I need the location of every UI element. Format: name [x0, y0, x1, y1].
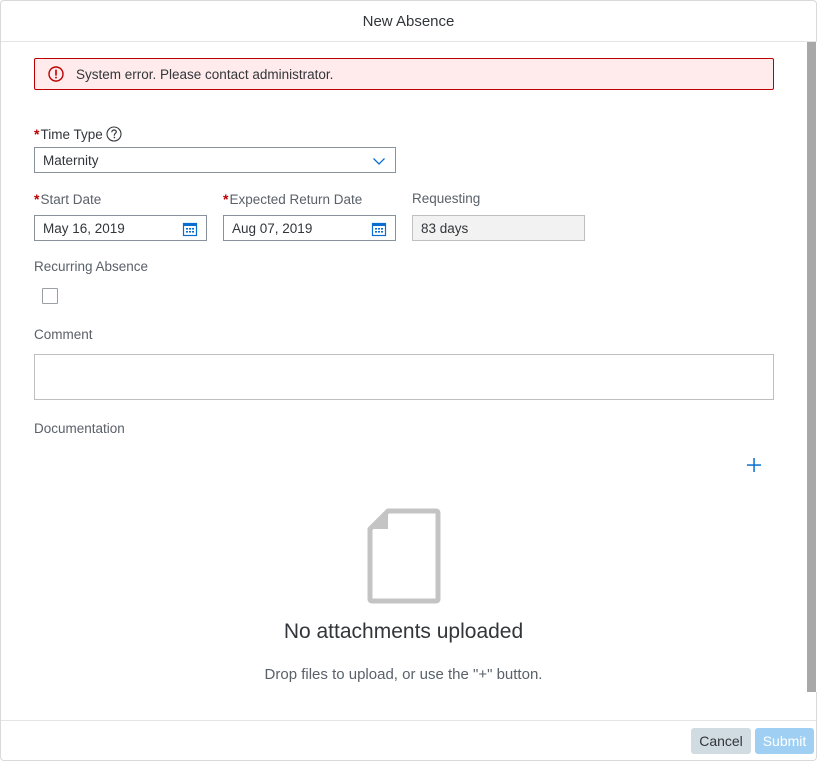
- start-date-label: * Start Date: [34, 191, 101, 207]
- time-type-label: * Time Type: [34, 126, 122, 142]
- requesting-value: 83 days: [421, 220, 469, 236]
- return-date-value: Aug 07, 2019: [232, 220, 313, 236]
- required-marker: *: [223, 191, 229, 207]
- dialog-header: New Absence: [1, 1, 816, 42]
- documentation-label-text: Documentation: [34, 421, 125, 436]
- recurring-absence-label: Recurring Absence: [34, 259, 148, 274]
- requesting-label: Requesting: [412, 191, 480, 206]
- document-icon: [366, 507, 442, 605]
- time-type-label-text: Time Type: [40, 126, 103, 142]
- plus-icon: [746, 457, 762, 476]
- vertical-scrollbar[interactable]: [806, 42, 817, 692]
- chevron-down-icon[interactable]: [371, 153, 387, 169]
- calendar-icon[interactable]: [182, 221, 198, 237]
- error-message-strip: System error. Please contact administrat…: [34, 58, 774, 90]
- new-absence-dialog: New Absence System error. Please contact…: [0, 0, 817, 761]
- dialog-content: System error. Please contact administrat…: [1, 42, 806, 692]
- comment-label: Comment: [34, 327, 93, 342]
- start-date-value: May 16, 2019: [43, 220, 125, 236]
- calendar-icon[interactable]: [371, 221, 387, 237]
- comment-textarea[interactable]: [34, 354, 774, 400]
- no-attachments-hint: Drop files to upload, or use the "+" but…: [264, 666, 543, 683]
- cancel-button[interactable]: Cancel: [691, 728, 751, 754]
- dialog-footer: Cancel Submit: [1, 720, 816, 761]
- documentation-label: Documentation: [34, 421, 125, 436]
- return-date-input[interactable]: Aug 07, 2019: [223, 215, 396, 241]
- requesting-field: 83 days: [412, 215, 585, 241]
- add-attachment-button[interactable]: [741, 453, 767, 479]
- return-date-label-text: Expected Return Date: [229, 191, 363, 207]
- error-circle-icon: [48, 66, 64, 82]
- time-type-select[interactable]: Maternity: [34, 147, 396, 173]
- scrollbar-thumb[interactable]: [807, 42, 816, 692]
- help-icon[interactable]: [106, 126, 122, 142]
- dialog-title: New Absence: [362, 12, 455, 30]
- comment-label-text: Comment: [34, 327, 93, 342]
- requesting-label-text: Requesting: [412, 191, 481, 206]
- submit-button[interactable]: Submit: [755, 728, 814, 754]
- time-type-value: Maternity: [43, 152, 99, 168]
- start-date-label-text: Start Date: [40, 191, 102, 207]
- start-date-input[interactable]: May 16, 2019: [34, 215, 207, 241]
- required-marker: *: [34, 191, 40, 207]
- required-marker: *: [34, 126, 40, 142]
- return-date-label: * Expected Return Date: [223, 191, 362, 207]
- no-attachments-title: No attachments uploaded: [283, 620, 524, 643]
- error-message-text: System error. Please contact administrat…: [76, 66, 334, 82]
- recurring-absence-label-text: Recurring Absence: [34, 259, 149, 274]
- recurring-absence-checkbox[interactable]: [42, 288, 58, 304]
